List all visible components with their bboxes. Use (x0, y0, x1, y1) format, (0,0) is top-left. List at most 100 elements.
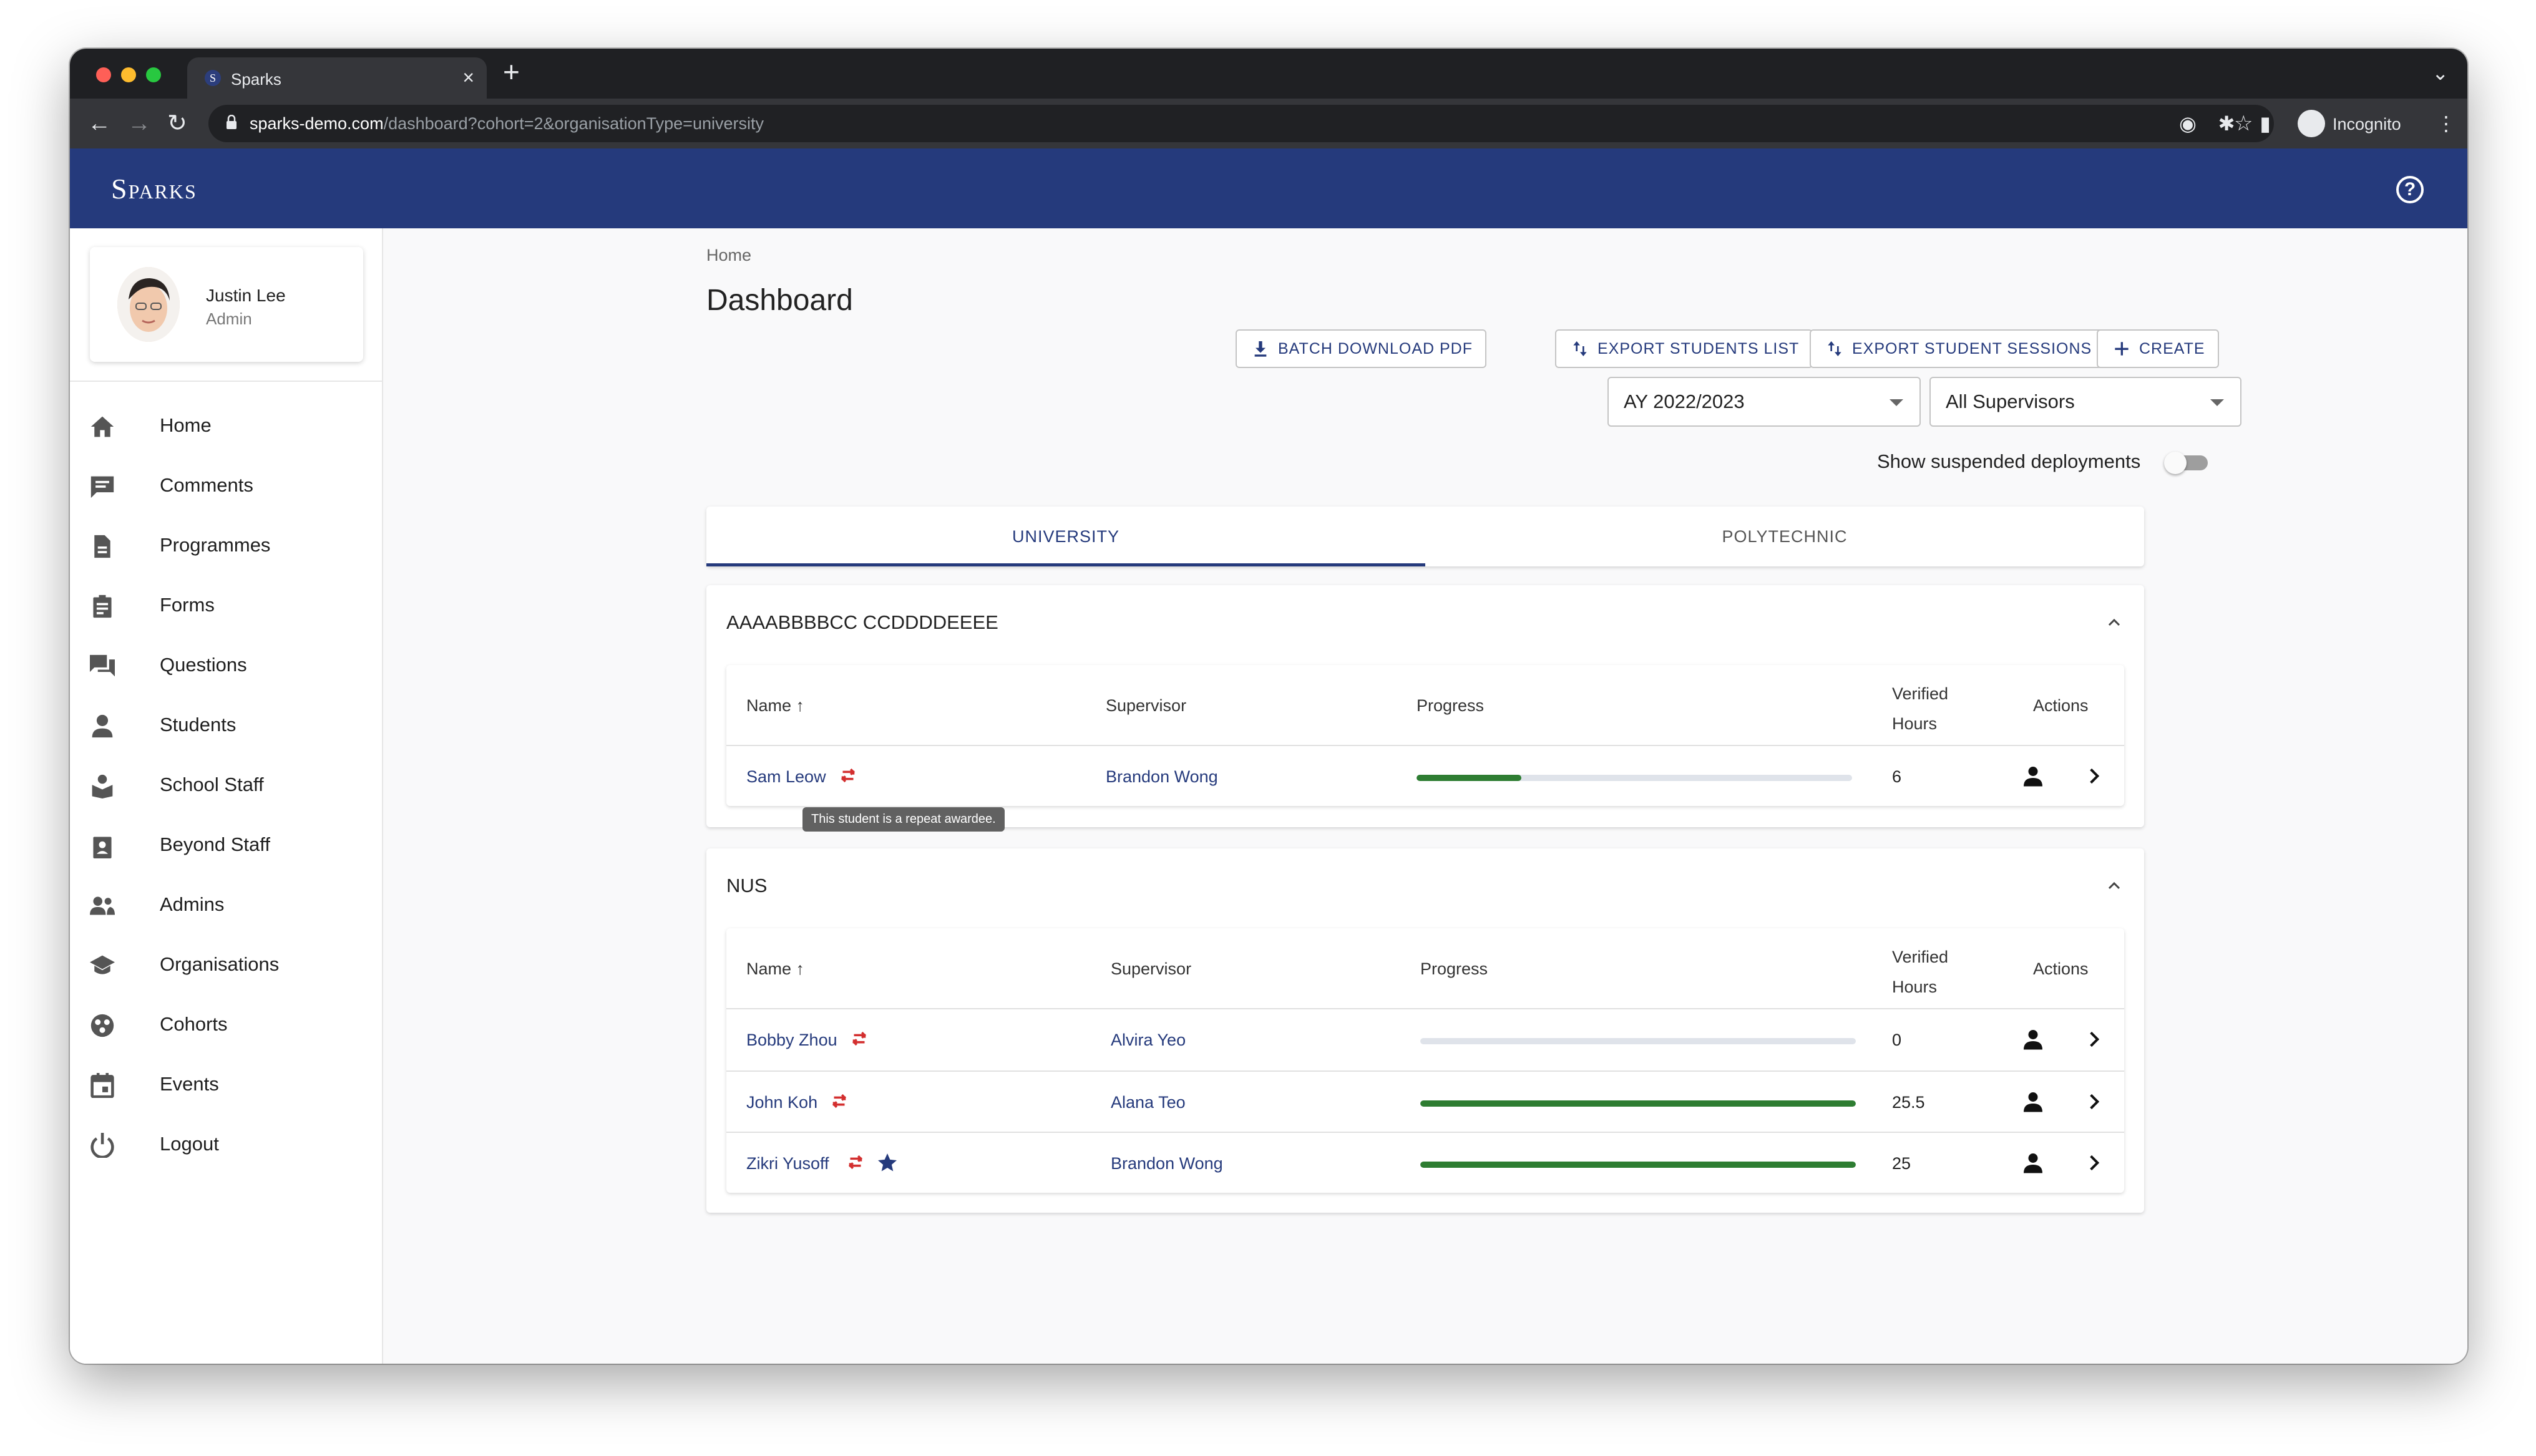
incognito-profile-button[interactable]: Incognito (2298, 107, 2429, 140)
supervisor-link[interactable]: Brandon Wong (1106, 767, 1218, 787)
column-header-verified-hours: Verified Hours (1892, 948, 1949, 996)
sidebar-item-events[interactable]: Events (70, 1054, 382, 1114)
browser-tab[interactable]: S Sparks × (187, 57, 487, 99)
forward-arrow-icon[interactable]: → (127, 109, 151, 138)
repeat-awardee-icon[interactable] (849, 1028, 870, 1049)
student-name-link[interactable]: Zikri Yusoff (746, 1154, 829, 1173)
progress-fill (1420, 1100, 1856, 1107)
view-profile-person-icon[interactable] (2022, 1152, 2044, 1174)
supervisor-select[interactable]: All Supervisors (1929, 377, 2241, 427)
repeat-awardee-icon[interactable] (837, 765, 859, 786)
sidebar-item-comments[interactable]: Comments (70, 455, 382, 515)
sidebar-item-organisations[interactable]: Organisations (70, 934, 382, 994)
supervisor-link[interactable]: Alvira Yeo (1111, 1031, 1186, 1050)
sidebar-item-label: Students (160, 714, 237, 735)
sidebar-item-cohorts[interactable]: Cohorts (70, 994, 382, 1054)
chevron-up-icon[interactable] (2107, 878, 2122, 893)
sidebar-item-logout[interactable]: Logout (70, 1114, 382, 1174)
address-bar[interactable]: sparks-demo.com/dashboard?cohort=2&organ… (208, 105, 2274, 142)
sidebar-item-forms[interactable]: Forms (70, 575, 382, 635)
graduation-cap-icon (90, 955, 115, 974)
students-table: Name ↑ Supervisor Progress Verified Hours… (726, 665, 2124, 806)
swap-vertical-icon (1573, 341, 1587, 356)
sidebar-item-students[interactable]: Students (70, 695, 382, 755)
progress-fill (1420, 1162, 1856, 1168)
sidebar-item-label: Comments (160, 474, 253, 496)
table-row: Zikri Yusoff Brandon Wong 25 (726, 1133, 2124, 1194)
supervisor-link[interactable]: Alana Teo (1111, 1093, 1186, 1112)
repeat-awardee-icon[interactable] (829, 1090, 850, 1112)
sidebar-item-label: Home (160, 414, 212, 436)
puzzle-extensions-icon[interactable]: ✱ (2213, 110, 2240, 137)
lock-icon (227, 115, 237, 129)
calendar-icon (90, 1073, 114, 1098)
organisation-type-tabs: UNIVERSITY POLYTECHNIC (706, 507, 2144, 566)
chevron-up-icon[interactable] (2107, 615, 2122, 630)
sidebar-item-home[interactable]: Home (70, 396, 382, 455)
sidebar-divider (70, 381, 382, 382)
extension-icon[interactable]: ◉ (2174, 110, 2202, 137)
repeat-awardee-icon[interactable] (845, 1152, 866, 1173)
verified-hours: 6 (1892, 767, 1902, 786)
student-name-link[interactable]: Bobby Zhou (746, 1031, 837, 1050)
export-students-list-button[interactable]: EXPORT STUDENTS LIST (1555, 329, 1813, 368)
chevron-right-icon[interactable] (2084, 1029, 2104, 1049)
student-name-link[interactable]: John Koh (746, 1093, 817, 1112)
star-icon[interactable] (876, 1152, 899, 1174)
new-tab-icon[interactable]: + (503, 57, 520, 86)
supervisor-link[interactable]: Brandon Wong (1111, 1154, 1223, 1173)
close-tab-icon[interactable]: × (462, 66, 474, 89)
forum-icon (90, 654, 115, 677)
app-logo[interactable]: Sparks (111, 172, 197, 205)
tab-polytechnic[interactable]: POLYTECHNIC (1425, 507, 2144, 566)
active-tab-indicator (706, 563, 1425, 566)
close-window-button[interactable] (96, 67, 111, 82)
tab-search-chevron-icon[interactable]: ⌄ (2432, 61, 2449, 85)
column-header-supervisor: Supervisor (1106, 696, 1187, 715)
breadcrumb[interactable]: Home (706, 246, 751, 265)
sidebar-item-label: Questions (160, 654, 247, 676)
view-profile-person-icon[interactable] (2022, 765, 2044, 787)
student-name-link[interactable]: Sam Leow (746, 767, 826, 787)
reload-icon[interactable]: ↻ (167, 109, 187, 138)
chevron-right-icon[interactable] (2084, 1153, 2104, 1173)
group-title[interactable]: AAAABBBBCC CCDDDDEEEE (726, 611, 998, 634)
column-header-name[interactable]: Name ↑ (746, 959, 804, 979)
incognito-label: Incognito (2333, 115, 2401, 133)
column-header-actions: Actions (2033, 696, 2089, 715)
tab-university[interactable]: UNIVERSITY (706, 507, 1425, 566)
chevron-right-icon[interactable] (2084, 1092, 2104, 1112)
side-panel-icon[interactable]: ▮ (2251, 110, 2279, 137)
person-icon (92, 714, 113, 738)
create-button[interactable]: CREATE (2097, 329, 2219, 368)
dropdown-arrow-icon (1890, 399, 1903, 406)
document-icon (94, 535, 110, 558)
browser-tab-strip: S Sparks × + ⌄ (70, 49, 2467, 99)
view-profile-person-icon[interactable] (2022, 1090, 2044, 1113)
sidebar-item-programmes[interactable]: Programmes (70, 515, 382, 575)
browser-window: S Sparks × + ⌄ ← → ↻ sparks-demo.com/das… (70, 49, 2467, 1364)
column-header-name[interactable]: Name ↑ (746, 696, 804, 716)
browser-menu-icon[interactable]: ⋮ (2432, 110, 2460, 137)
user-name: Justin Lee (206, 286, 286, 305)
group-title[interactable]: NUS (726, 875, 767, 897)
help-icon[interactable]: ? (2396, 176, 2424, 203)
export-student-sessions-button[interactable]: EXPORT STUDENT SESSIONS (1810, 329, 2106, 368)
academic-year-select[interactable]: AY 2022/2023 (1607, 377, 1921, 427)
show-suspended-toggle[interactable] (2164, 452, 2208, 474)
back-arrow-icon[interactable]: ← (87, 109, 111, 138)
sidebar-item-label: Admins (160, 893, 225, 915)
batch-download-pdf-button[interactable]: BATCH DOWNLOAD PDF (1236, 329, 1486, 368)
minimize-window-button[interactable] (121, 67, 136, 82)
tab-title: Sparks (231, 70, 281, 89)
column-header-supervisor: Supervisor (1111, 959, 1192, 978)
view-profile-person-icon[interactable] (2022, 1028, 2044, 1051)
sidebar-item-beyond-staff[interactable]: Beyond Staff (70, 815, 382, 875)
maximize-window-button[interactable] (146, 67, 161, 82)
sidebar-item-school-staff[interactable]: School Staff (70, 755, 382, 815)
chevron-right-icon[interactable] (2084, 766, 2104, 786)
sidebar-item-admins[interactable]: Admins (70, 875, 382, 934)
badge-icon (93, 837, 112, 858)
table-row: John Koh Alana Teo 25.5 (726, 1072, 2124, 1133)
sidebar-item-questions[interactable]: Questions (70, 635, 382, 695)
